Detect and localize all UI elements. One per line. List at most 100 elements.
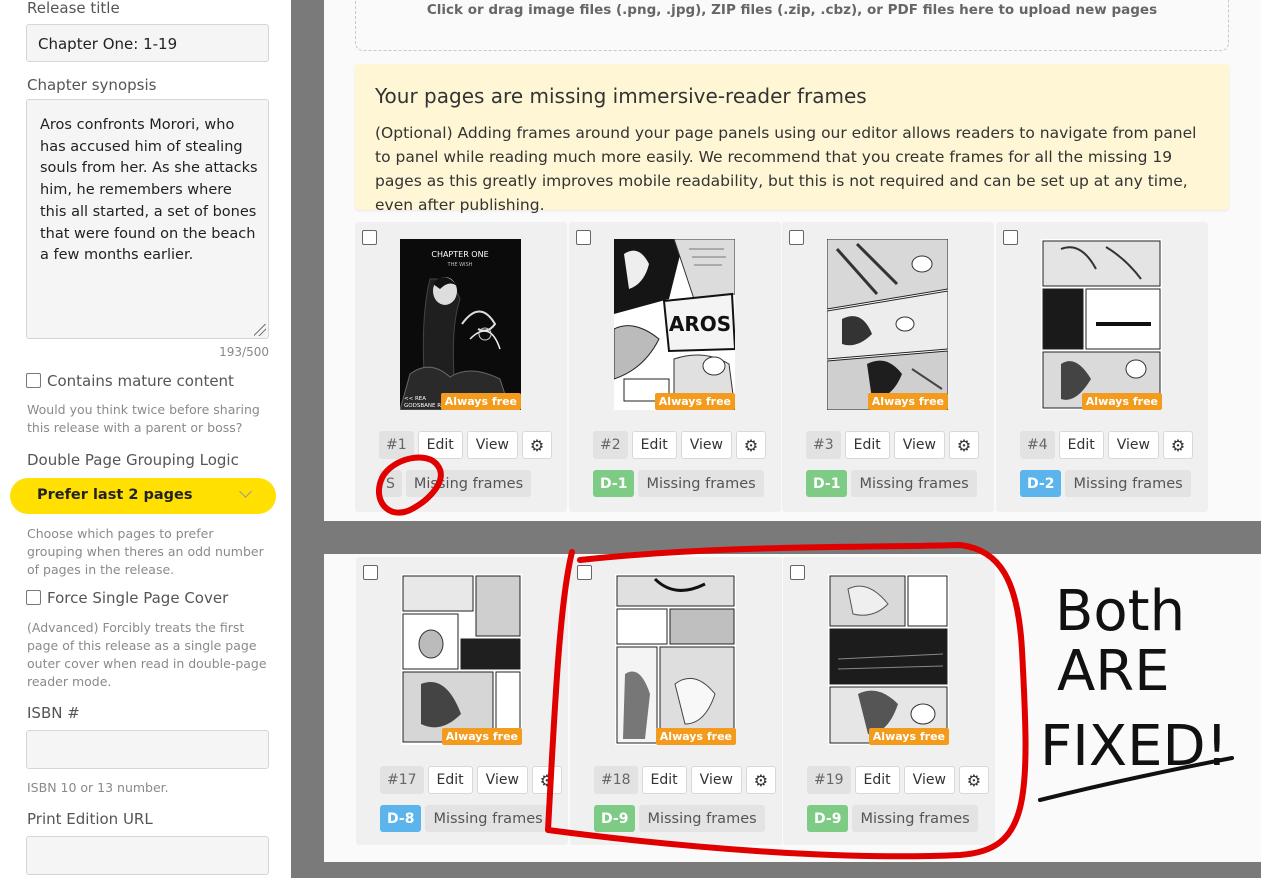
page-thumbnail[interactable]: Always free	[615, 574, 736, 745]
group-badge: D-9	[594, 805, 636, 832]
page-number: #17	[380, 766, 424, 794]
always-free-badge: Always free	[868, 728, 949, 745]
view-button[interactable]: View	[680, 431, 732, 459]
view-button[interactable]: View	[690, 766, 742, 794]
always-free-badge: Always free	[655, 728, 736, 745]
gear-icon[interactable]: ⚙	[522, 431, 552, 459]
group-badge: D-2	[1020, 470, 1062, 497]
gear-icon[interactable]: ⚙	[1163, 431, 1193, 459]
cover-subtitle-text: THE WISH	[447, 262, 473, 268]
pages-editor: Click or drag image files (.png, .jpg), …	[291, 0, 1261, 878]
svg-text:AROS: AROS	[669, 312, 731, 336]
cover-art-image: CHAPTER ONE THE WISH << REA GODSBANE R	[400, 250, 511, 410]
view-button[interactable]: View	[476, 766, 528, 794]
cover-read-text: << REA	[404, 396, 426, 402]
chevron-down-icon	[239, 485, 252, 498]
edit-button[interactable]: Edit	[641, 766, 687, 794]
page-card: Always free #3 Edit View ⚙ D-1 Missing f…	[782, 222, 994, 512]
isbn-label: ISBN #	[27, 704, 80, 722]
page-select-checkbox[interactable]	[576, 230, 591, 245]
gear-icon[interactable]: ⚙	[745, 766, 776, 794]
group-badge: D-1	[806, 470, 848, 497]
gear-icon[interactable]: ⚙	[531, 766, 562, 794]
page-number: #2	[593, 431, 628, 459]
isbn-help: ISBN 10 or 13 number.	[27, 780, 169, 795]
release-settings-sidebar: Release title Chapter One: 1-19 Chapter …	[0, 0, 291, 878]
grouping-logic-label: Double Page Grouping Logic	[27, 451, 239, 469]
missing-frames-notice: Your pages are missing immersive-reader …	[355, 64, 1229, 214]
page-number: #19	[807, 766, 851, 794]
manga-page-image	[828, 574, 949, 745]
view-button[interactable]: View	[466, 431, 518, 459]
edit-button[interactable]: Edit	[844, 431, 890, 459]
page-card: Always free #18 Edit View ⚙ D-9 Missing …	[570, 557, 782, 845]
missing-frames-tag: Missing frames	[1065, 470, 1191, 497]
force-cover-help: (Advanced) Forcibly treats the first pag…	[27, 620, 267, 689]
resize-grip-icon[interactable]	[254, 324, 266, 336]
page-select-checkbox[interactable]	[1003, 230, 1018, 245]
page-card: Always free #19 Edit View ⚙ D-9 Missing …	[783, 557, 995, 845]
page-select-checkbox[interactable]	[362, 230, 377, 245]
gear-icon[interactable]: ⚙	[958, 766, 989, 794]
page-select-checkbox[interactable]	[789, 230, 804, 245]
always-free-badge: Always free	[441, 728, 522, 745]
always-free-badge: Always free	[867, 393, 948, 410]
edit-button[interactable]: Edit	[1058, 431, 1104, 459]
page-select-checkbox[interactable]	[790, 565, 805, 580]
missing-frames-tag: Missing frames	[405, 470, 532, 497]
synopsis-value: Aros confronts Morori, who has accused h…	[40, 117, 258, 264]
cover-brand-text: GODSBANE R	[404, 403, 441, 409]
page-thumbnail[interactable]: Always free	[401, 574, 522, 745]
page-thumbnail[interactable]: CHAPTER ONE THE WISH << REA GODSBANE R A…	[400, 239, 521, 410]
group-badge: D-1	[593, 470, 635, 497]
gear-icon[interactable]: ⚙	[736, 431, 766, 459]
view-button[interactable]: View	[903, 766, 955, 794]
page-thumbnail[interactable]: Always free	[827, 239, 948, 410]
page-select-checkbox[interactable]	[577, 565, 592, 580]
force-cover-checkbox[interactable]	[26, 590, 41, 605]
edit-button[interactable]: Edit	[631, 431, 677, 459]
synopsis-textarea[interactable]: Aros confronts Morori, who has accused h…	[26, 99, 269, 339]
page-card: Always free #17 Edit View ⚙ D-8 Missing …	[356, 557, 568, 845]
synopsis-char-counter: 193/500	[219, 345, 269, 359]
always-free-badge: Always free	[1081, 393, 1162, 410]
missing-frames-tag: Missing frames	[425, 805, 551, 832]
edit-button[interactable]: Edit	[417, 431, 463, 459]
grouping-logic-select[interactable]: Prefer last 2 pages	[10, 478, 276, 514]
upload-instructions: Click or drag image files (.png, .jpg), …	[426, 2, 1158, 18]
missing-frames-tag: Missing frames	[638, 470, 764, 497]
view-button[interactable]: View	[1107, 431, 1159, 459]
upload-dropzone[interactable]: Click or drag image files (.png, .jpg), …	[355, 0, 1229, 51]
page-select-checkbox[interactable]	[363, 565, 378, 580]
missing-frames-tag: Missing frames	[852, 805, 978, 832]
page-number: #4	[1020, 431, 1055, 459]
manga-page-image	[401, 574, 522, 745]
view-button[interactable]: View	[893, 431, 945, 459]
gear-icon[interactable]: ⚙	[949, 431, 979, 459]
missing-frames-tag: Missing frames	[851, 470, 977, 497]
mature-content-checkbox[interactable]	[26, 373, 41, 388]
manga-page-image	[827, 239, 948, 410]
release-title-value: Chapter One: 1-19	[38, 35, 178, 53]
page-thumbnail[interactable]: AROS Always free	[614, 239, 735, 410]
edit-button[interactable]: Edit	[427, 766, 473, 794]
page-number: #1	[379, 431, 414, 459]
page-thumbnail[interactable]: Always free	[828, 574, 949, 745]
isbn-input[interactable]	[26, 730, 269, 769]
group-badge: D-8	[380, 805, 422, 832]
force-cover-label: Force Single Page Cover	[47, 589, 229, 607]
print-url-label: Print Edition URL	[27, 810, 153, 828]
print-url-input[interactable]	[26, 836, 269, 875]
notice-body: (Optional) Adding frames around your pag…	[375, 124, 1197, 214]
edit-button[interactable]: Edit	[854, 766, 900, 794]
release-title-label: Release title	[27, 0, 120, 17]
mature-content-help: Would you think twice before sharing thi…	[27, 402, 260, 435]
page-number: #18	[594, 766, 638, 794]
missing-frames-tag: Missing frames	[639, 805, 765, 832]
manga-page-image	[615, 574, 736, 745]
manga-page-image	[1041, 239, 1162, 410]
group-badge: D-9	[807, 805, 849, 832]
page-thumbnail[interactable]: Always free	[1041, 239, 1162, 410]
page-card: CHAPTER ONE THE WISH << REA GODSBANE R A…	[355, 222, 567, 512]
release-title-input[interactable]: Chapter One: 1-19	[26, 24, 269, 62]
